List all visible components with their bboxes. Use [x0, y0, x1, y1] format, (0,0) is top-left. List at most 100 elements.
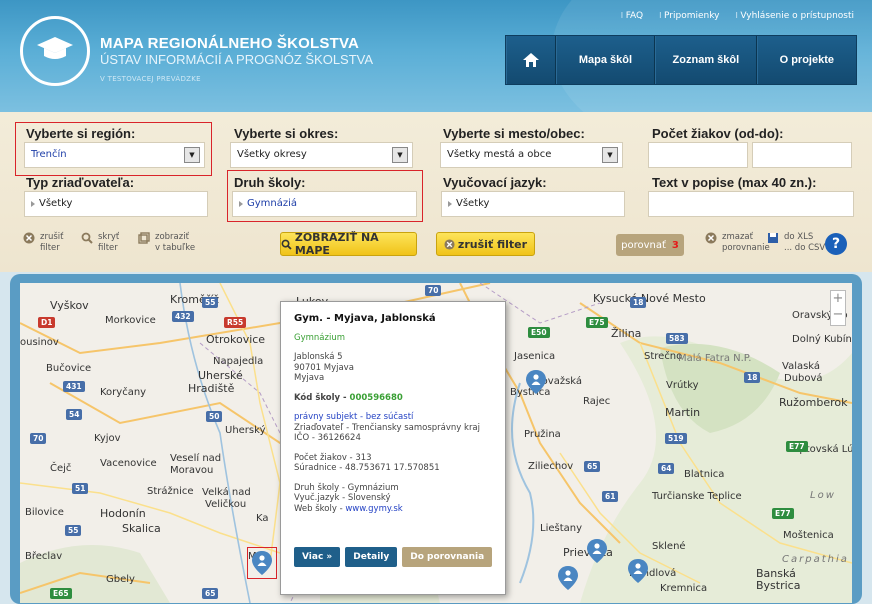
district-select[interactable]: Všetky okresy ▼ — [230, 142, 413, 168]
hide-filter-link[interactable]: skryť filter — [81, 232, 119, 254]
school-marker-icon[interactable] — [526, 370, 546, 394]
popup-web-link[interactable]: www.gymy.sk — [345, 504, 402, 514]
dropdown-arrow-icon: ▼ — [392, 147, 408, 163]
road-shield: 50 — [206, 411, 223, 422]
school-marker-icon[interactable] — [558, 566, 578, 590]
road-shield: 432 — [172, 311, 194, 322]
map-label: Carpathia — [782, 554, 849, 565]
delete-compare-link[interactable]: zmazať porovnanie — [705, 232, 770, 254]
map-label: Skalica — [122, 522, 161, 535]
map-label: Pružina — [524, 429, 561, 440]
map-label: Vyškov — [50, 299, 89, 312]
road-shield: 55 — [202, 297, 219, 308]
map-label: Ka — [256, 513, 269, 524]
map-label: Gbely — [106, 574, 135, 585]
compare-button[interactable]: porovnať 3 — [616, 234, 684, 256]
map-label: Ružomberok — [779, 396, 848, 409]
zoom-in-button[interactable]: + — [831, 291, 845, 307]
logo[interactable] — [20, 16, 90, 86]
map-label: Strážnice — [147, 486, 194, 497]
map-label: Velká nad — [202, 487, 251, 498]
faq-link[interactable]: FAQ — [621, 11, 643, 21]
map-label: Uherské — [198, 369, 243, 382]
brand-note: V TESTOVACEJ PREVÁDZKE — [100, 75, 201, 83]
top-links: FAQ Pripomienky Vyhlásenie o prístupnost… — [621, 11, 854, 21]
map-label: Morkovice — [105, 315, 156, 326]
students-to-input[interactable] — [752, 142, 852, 168]
show-table-link[interactable]: zobraziť v tabuľke — [138, 232, 195, 254]
export-links[interactable]: do XLS ... do CSV — [768, 232, 825, 254]
road-shield: 431 — [63, 381, 85, 392]
accessibility-link[interactable]: Vyhlásenie o prístupnosti — [735, 11, 854, 21]
city-label: Vyberte si mesto/obec: — [443, 126, 585, 141]
selected-marker-highlight — [247, 547, 277, 579]
table-icon — [138, 232, 150, 244]
nav-home[interactable] — [506, 36, 556, 84]
nav-item-list[interactable]: Zoznam škôl — [655, 36, 757, 84]
nav-item-map[interactable]: Mapa škôl — [555, 36, 656, 84]
map-label: Veselí nad — [170, 453, 222, 464]
road-shield: 18 — [744, 372, 761, 383]
show-on-map-button[interactable]: ZOBRAZIŤ NA MAPE — [280, 231, 417, 257]
export-csv[interactable]: ... do CSV — [784, 243, 825, 254]
cancel-filter-link[interactable]: zrušiť filter — [23, 232, 63, 254]
road-shield: 61 — [602, 491, 619, 502]
map-label: Low — [810, 490, 836, 501]
map-label: Blatnica — [684, 469, 725, 480]
city-select[interactable]: Všetky mestá a obce ▼ — [440, 142, 623, 168]
map-label: Rajec — [583, 396, 611, 407]
popup-address: Jablonská 5 90701 Myjava Myjava — [294, 352, 354, 383]
nav-item-about[interactable]: O projekte — [756, 36, 856, 84]
school-type-select[interactable]: Gymnáziá — [232, 191, 417, 217]
region-label: Vyberte si región: — [26, 126, 136, 141]
map-label: Malá Fatra N.P. — [678, 353, 752, 364]
district-value: Všetky okresy — [237, 149, 307, 160]
road-shield: E65 — [50, 588, 72, 599]
map-label: Bystrica — [756, 579, 801, 592]
filter-panel: Vyberte si región: Trenčín ▼ Vyberte si … — [0, 112, 872, 272]
school-marker-icon[interactable] — [587, 539, 607, 563]
help-icon[interactable]: ? — [825, 233, 847, 255]
map-label: Lieštany — [540, 523, 583, 534]
map-label: Vacenovice — [100, 458, 157, 469]
export-xls[interactable]: do XLS — [784, 232, 825, 243]
road-shield: 70 — [425, 285, 442, 296]
map-label: Bučovice — [46, 363, 92, 374]
road-shield: 55 — [65, 525, 82, 536]
road-shield: D1 — [38, 317, 56, 328]
compare-count: 3 — [671, 239, 679, 251]
popup-title: Gym. - Myjava, Jablonská — [294, 313, 436, 324]
text-input[interactable] — [648, 191, 854, 217]
road-shield: 65 — [584, 461, 601, 472]
region-select[interactable]: Trenčín ▼ — [24, 142, 205, 168]
map-label: Hodonín — [100, 507, 146, 520]
popup-details: Druh školy - Gymnázium Vyuč.jazyk - Slov… — [294, 482, 403, 514]
school-popup: Gym. - Myjava, Jablonská Gymnázium Jablo… — [280, 301, 506, 595]
language-select[interactable]: Všetky — [441, 191, 625, 217]
road-shield: 519 — [665, 433, 687, 444]
road-shield: E50 — [528, 327, 550, 338]
founder-select[interactable]: Všetky — [24, 191, 208, 217]
map-label: Martin — [665, 406, 701, 419]
add-to-compare-button[interactable]: Do porovnania — [402, 547, 493, 567]
zoom-out-button[interactable]: − — [831, 307, 845, 323]
map-label: Hradiště — [188, 382, 235, 395]
feedback-link[interactable]: Pripomienky — [659, 11, 719, 21]
students-from-input[interactable] — [648, 142, 748, 168]
road-shield: 64 — [658, 463, 675, 474]
cancel-icon — [444, 238, 455, 250]
map-label: Vrútky — [666, 380, 699, 391]
road-shield: 583 — [666, 333, 688, 344]
popup-code: Kód školy - 000596680 — [294, 392, 403, 403]
road-shield: E75 — [586, 317, 608, 328]
detail-button[interactable]: Detaily — [345, 547, 398, 567]
more-button[interactable]: Viac » — [294, 547, 341, 567]
cancel-filter-button[interactable]: zrušiť filter — [436, 232, 535, 256]
brand-title: MAPA REGIONÁLNEHO ŠKOLSTVA — [100, 35, 360, 52]
road-shield: 70 — [30, 433, 47, 444]
map-label: Koryčany — [100, 387, 147, 398]
road-shield: R55 — [224, 317, 247, 328]
map-label: Veličkou — [205, 499, 247, 510]
school-marker-icon[interactable] — [628, 559, 648, 583]
district-label: Vyberte si okres: — [234, 126, 339, 141]
